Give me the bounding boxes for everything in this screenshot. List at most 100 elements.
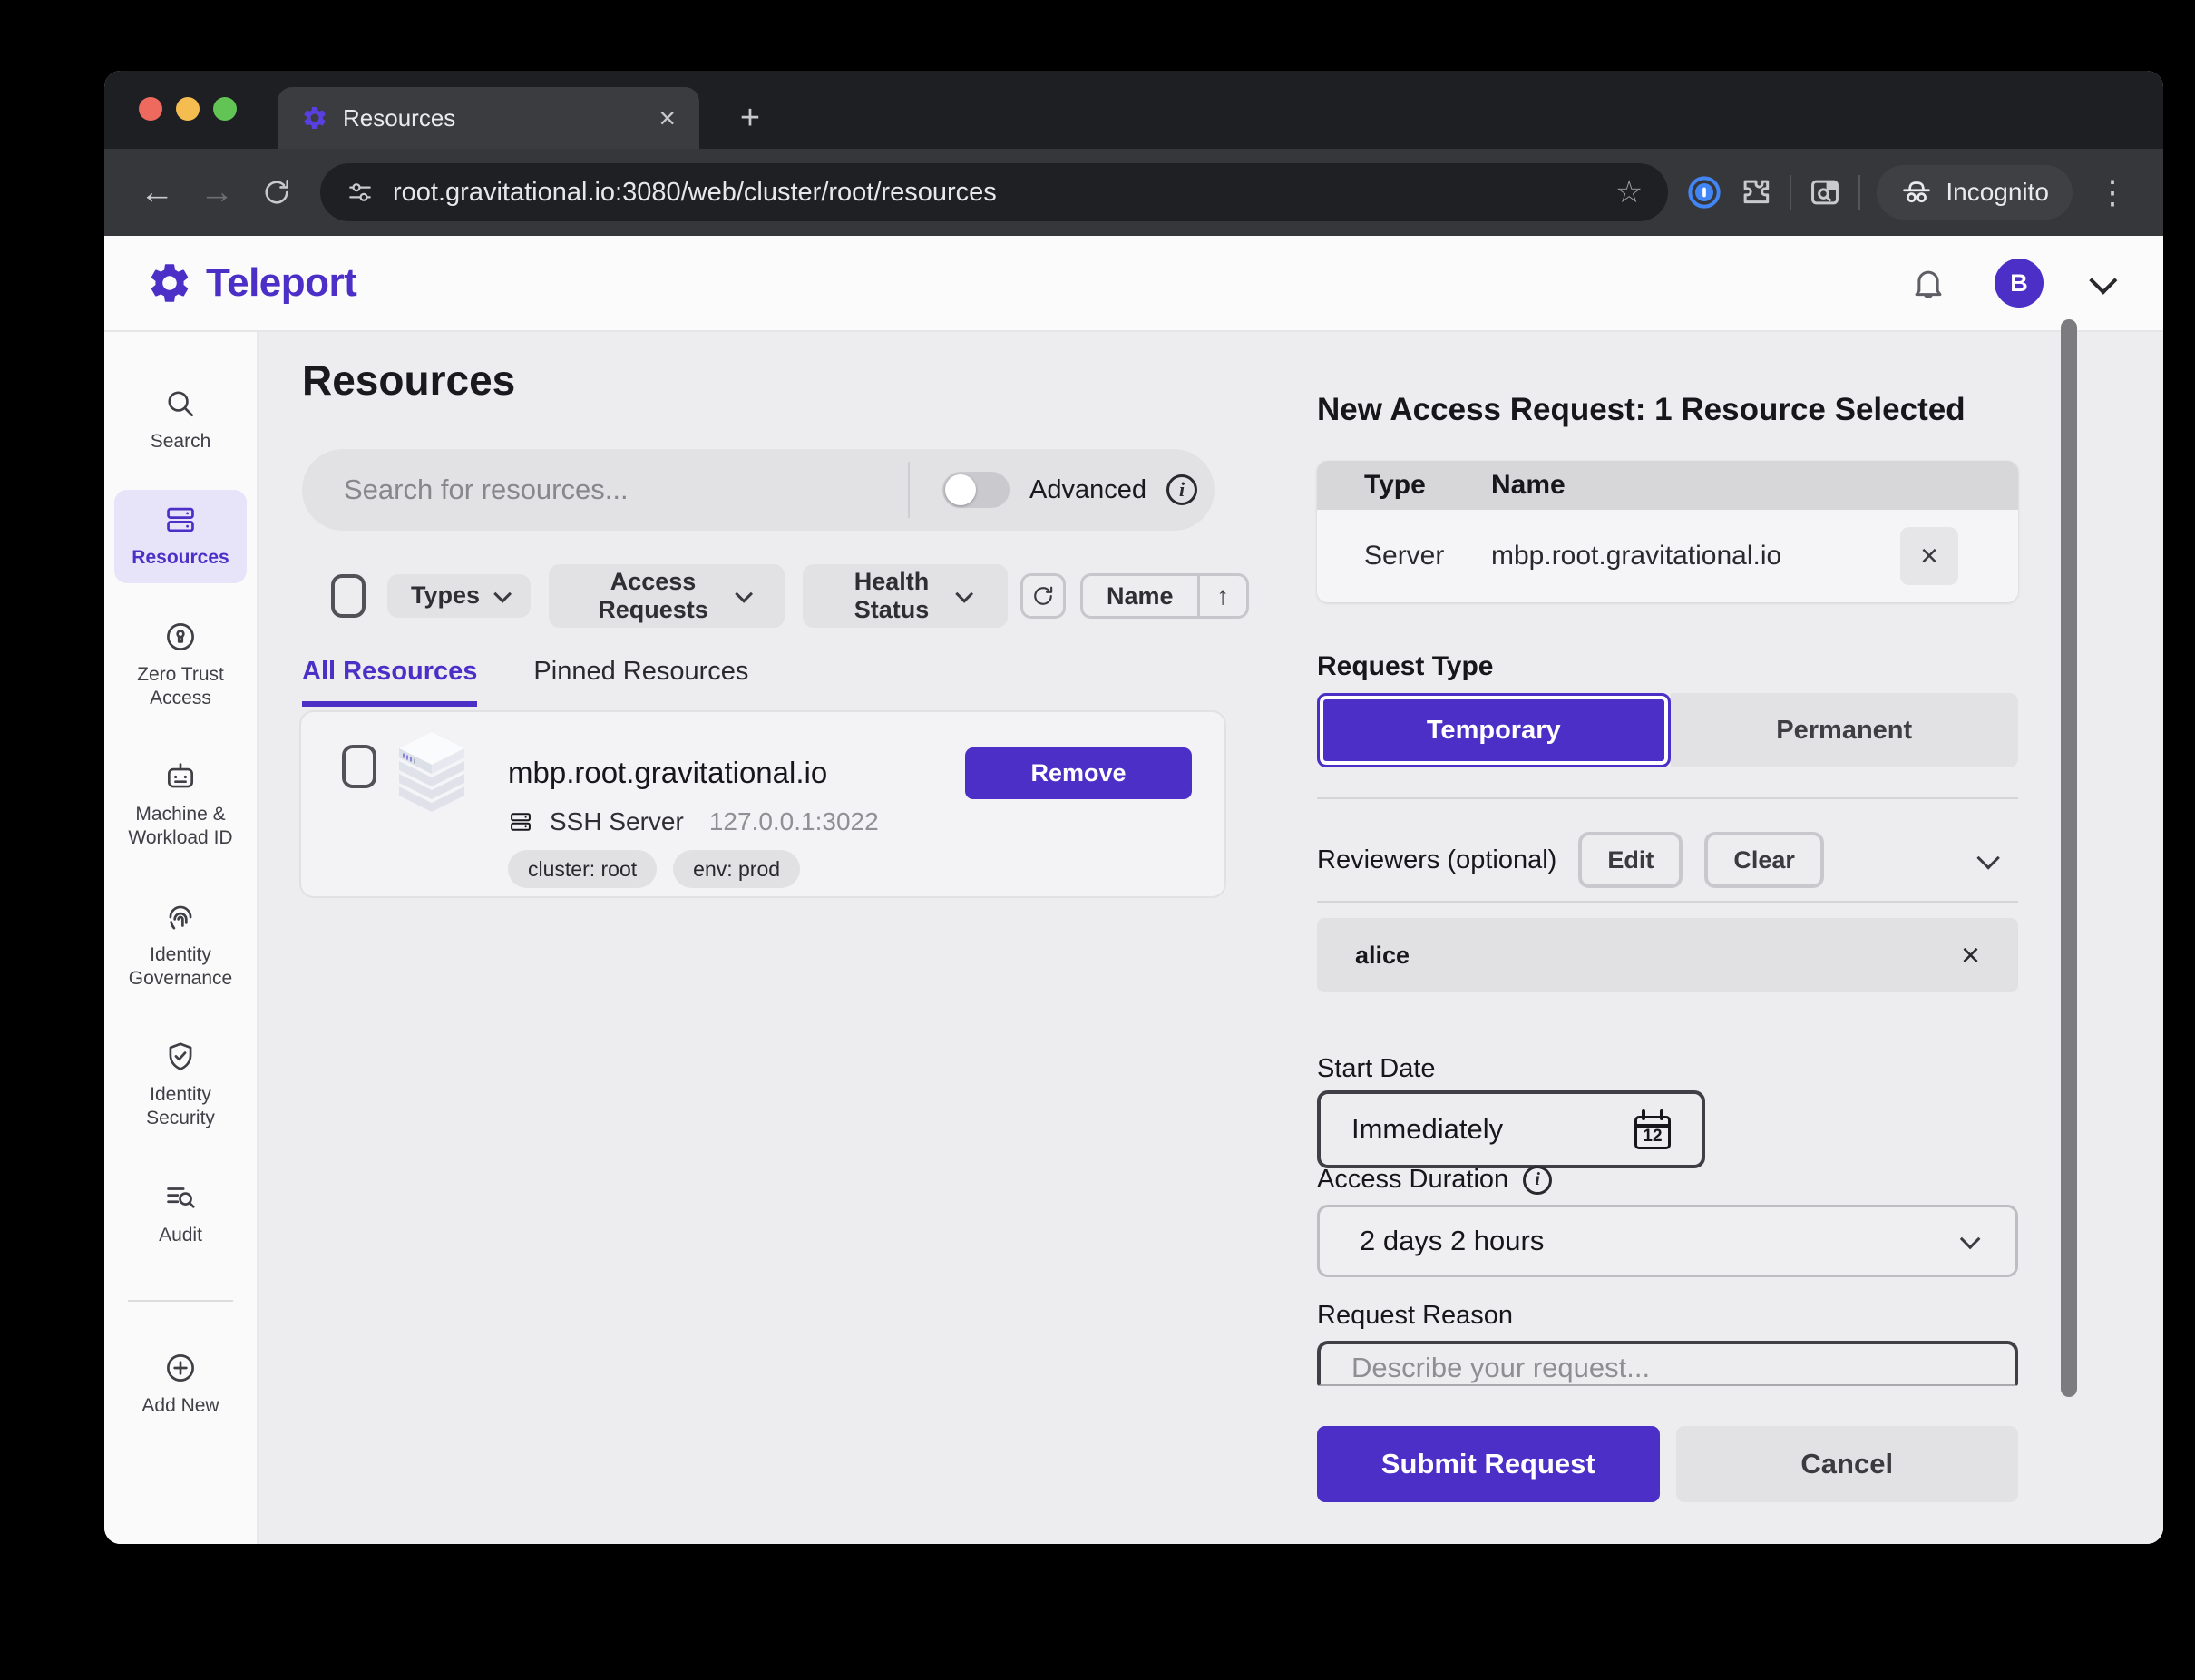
resource-checkbox[interactable] bbox=[342, 745, 376, 788]
site-settings-icon[interactable] bbox=[346, 178, 375, 207]
traffic-lights bbox=[139, 97, 237, 121]
side-panel-search-icon[interactable] bbox=[1808, 175, 1842, 210]
resource-tabs: All Resources Pinned Resources bbox=[302, 657, 748, 707]
filter-toolbar: Types Access Requests Health Status bbox=[331, 557, 1249, 635]
minimize-window-button[interactable] bbox=[176, 97, 200, 121]
reviewers-row: Reviewers (optional) Edit Clear bbox=[1317, 829, 2018, 891]
selected-resources-table: Type Name Server mbp.root.gravitational.… bbox=[1317, 461, 2018, 602]
request-panel-title: New Access Request: 1 Resource Selected bbox=[1317, 392, 1966, 428]
form-actions: Submit Request Cancel bbox=[1317, 1426, 2018, 1502]
calendar-icon[interactable]: 12 bbox=[1634, 1109, 1671, 1149]
resource-labels: cluster: root env: prod bbox=[508, 850, 800, 888]
app-header: Teleport B bbox=[104, 236, 2163, 332]
toolbar-divider bbox=[1858, 175, 1860, 210]
sort-ascending-icon[interactable]: ↑ bbox=[1197, 576, 1246, 616]
close-window-button[interactable] bbox=[139, 97, 162, 121]
resource-meta: SSH Server 127.0.0.1:3022 bbox=[508, 807, 879, 836]
forward-icon[interactable]: → bbox=[191, 167, 242, 218]
incognito-badge: Incognito bbox=[1877, 165, 2073, 220]
request-reason-textarea[interactable] bbox=[1317, 1341, 2018, 1386]
sidebar: Search Resources Zero Trust Access Machi… bbox=[104, 332, 259, 1544]
type-column-header: Type bbox=[1364, 470, 1491, 501]
edit-reviewers-button[interactable]: Edit bbox=[1578, 832, 1683, 888]
browser-tab-resources[interactable]: Resources × bbox=[278, 87, 699, 149]
tab-title: Resources bbox=[343, 104, 644, 132]
incognito-label: Incognito bbox=[1946, 178, 2049, 207]
toolbar-divider bbox=[1790, 175, 1791, 210]
notifications-bell-icon[interactable] bbox=[1909, 264, 1947, 302]
url-text[interactable]: root.gravitational.io:3080/web/cluster/r… bbox=[393, 178, 1597, 208]
reload-icon[interactable] bbox=[251, 167, 302, 218]
refresh-button[interactable] bbox=[1020, 573, 1066, 619]
fingerprint-icon bbox=[163, 900, 198, 934]
label-pill[interactable]: env: prod bbox=[673, 850, 800, 888]
sidebar-item-audit[interactable]: Audit bbox=[114, 1167, 247, 1260]
tab-all-resources[interactable]: All Resources bbox=[302, 657, 477, 707]
address-bar[interactable]: root.gravitational.io:3080/web/cluster/r… bbox=[320, 163, 1668, 221]
resource-card: mbp.root.gravitational.io SSH Server 127… bbox=[299, 710, 1226, 898]
tab-close-icon[interactable]: × bbox=[658, 103, 676, 132]
health-status-filter-button[interactable]: Health Status bbox=[803, 564, 1008, 628]
search-input[interactable] bbox=[302, 449, 908, 531]
resource-name[interactable]: mbp.root.gravitational.io bbox=[508, 756, 827, 790]
start-date-input[interactable]: Immediately 12 bbox=[1317, 1090, 1705, 1168]
request-reason-label: Request Reason bbox=[1317, 1301, 1513, 1331]
incognito-icon bbox=[1900, 176, 1933, 209]
back-icon[interactable]: ← bbox=[132, 167, 182, 218]
temporary-button[interactable]: Temporary bbox=[1317, 693, 1671, 767]
extensions-icon[interactable] bbox=[1739, 175, 1773, 210]
user-avatar[interactable]: B bbox=[1995, 259, 2044, 308]
start-date-value: Immediately bbox=[1351, 1113, 1634, 1146]
sidebar-item-zero-trust-access[interactable]: Zero Trust Access bbox=[114, 607, 247, 724]
info-icon[interactable] bbox=[1166, 474, 1197, 505]
sidebar-item-add-new[interactable]: Add New bbox=[114, 1338, 247, 1431]
access-requests-filter-button[interactable]: Access Requests bbox=[549, 564, 785, 628]
access-request-panel: New Access Request: 1 Resource Selected … bbox=[1317, 332, 2018, 1544]
new-tab-button[interactable]: + bbox=[730, 98, 770, 138]
advanced-toggle[interactable] bbox=[942, 472, 1010, 508]
divider bbox=[1317, 797, 2018, 799]
toggle-knob bbox=[945, 474, 976, 505]
search-icon bbox=[163, 386, 198, 421]
account-chevron-down-icon[interactable] bbox=[2089, 267, 2117, 295]
collapse-chevron-icon[interactable] bbox=[1976, 846, 1999, 869]
sort-by-name-button[interactable]: Name ↑ bbox=[1080, 573, 1249, 619]
audit-log-icon bbox=[163, 1180, 198, 1215]
tab-pinned-resources[interactable]: Pinned Resources bbox=[533, 657, 748, 701]
access-duration-select[interactable]: 2 days 2 hours bbox=[1317, 1205, 2018, 1277]
onepassword-extension-icon[interactable] bbox=[1686, 174, 1722, 210]
sidebar-item-resources[interactable]: Resources bbox=[114, 490, 247, 582]
sidebar-item-machine-workload-id[interactable]: Machine & Workload ID bbox=[114, 747, 247, 864]
submit-request-button[interactable]: Submit Request bbox=[1317, 1426, 1660, 1502]
cancel-button[interactable]: Cancel bbox=[1676, 1426, 2019, 1502]
remove-reviewer-icon[interactable]: × bbox=[1961, 936, 1980, 974]
divider bbox=[1317, 901, 2018, 903]
request-type-label: Request Type bbox=[1317, 651, 1494, 682]
browser-menu-icon[interactable]: ⋮ bbox=[2089, 173, 2136, 211]
select-all-checkbox[interactable] bbox=[331, 574, 366, 618]
table-row: Server mbp.root.gravitational.io × bbox=[1317, 510, 2018, 602]
request-type-segmented: Temporary Permanent bbox=[1317, 693, 2018, 767]
scrollbar-thumb[interactable] bbox=[2061, 319, 2077, 1397]
teleport-app: Teleport B Search Resourc bbox=[104, 236, 2163, 1544]
zoom-window-button[interactable] bbox=[213, 97, 237, 121]
remove-row-button[interactable]: × bbox=[1900, 527, 1958, 585]
main-content: Resources Advanced Types bbox=[259, 332, 2163, 1544]
start-date-label: Start Date bbox=[1317, 1054, 1436, 1084]
types-filter-button[interactable]: Types bbox=[387, 574, 531, 618]
chevron-down-icon bbox=[1960, 1229, 1981, 1250]
info-icon[interactable] bbox=[1523, 1166, 1552, 1195]
permanent-button[interactable]: Permanent bbox=[1671, 693, 2019, 767]
sidebar-item-search[interactable]: Search bbox=[114, 374, 247, 466]
label-pill[interactable]: cluster: root bbox=[508, 850, 657, 888]
teleport-logo[interactable]: Teleport bbox=[146, 259, 356, 307]
sidebar-item-identity-governance[interactable]: Identity Governance bbox=[114, 887, 247, 1004]
remove-resource-button[interactable]: Remove bbox=[965, 747, 1192, 799]
resource-address: 127.0.0.1:3022 bbox=[709, 807, 879, 836]
clear-reviewers-button[interactable]: Clear bbox=[1704, 832, 1824, 888]
app-body: Search Resources Zero Trust Access Machi… bbox=[104, 332, 2163, 1544]
teleport-favicon-icon bbox=[301, 104, 328, 132]
sidebar-item-identity-security[interactable]: Identity Security bbox=[114, 1027, 247, 1144]
screenshot-stage: Resources × + ← → root.gravitational.io:… bbox=[0, 0, 2195, 1680]
bookmark-star-icon[interactable]: ☆ bbox=[1615, 174, 1643, 210]
